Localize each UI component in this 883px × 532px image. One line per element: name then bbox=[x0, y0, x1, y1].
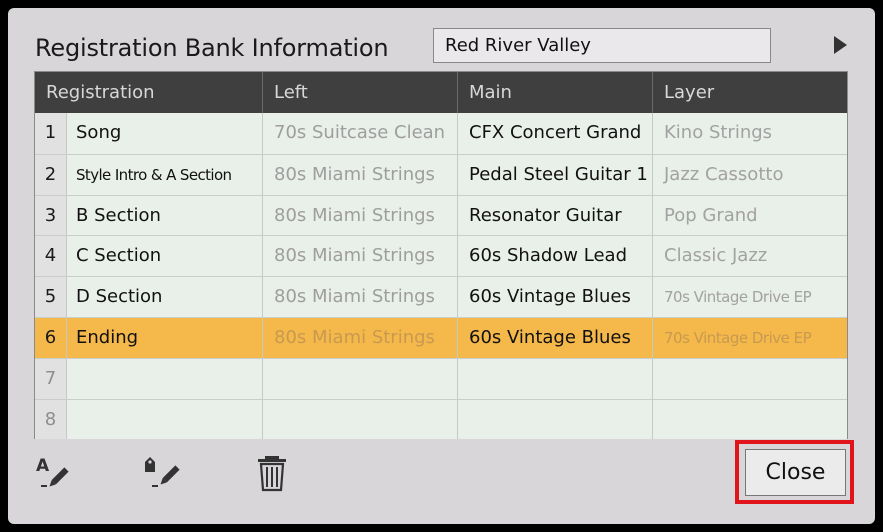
close-button[interactable]: Close bbox=[745, 449, 846, 496]
svg-text:A: A bbox=[36, 456, 50, 476]
bank-name-field[interactable]: Red River Valley bbox=[433, 28, 771, 63]
registration-name: Song bbox=[67, 113, 263, 154]
header-layer: Layer bbox=[664, 82, 715, 103]
main-voice: 60s Vintage Blues bbox=[458, 277, 653, 317]
layer-voice: Kino Strings bbox=[664, 122, 773, 143]
main-voice: 60s Vintage Blues bbox=[458, 317, 653, 358]
next-arrow-icon[interactable] bbox=[834, 36, 847, 54]
rename-button[interactable]: A bbox=[34, 454, 74, 494]
main-voice bbox=[458, 358, 653, 399]
table-header: Registration Left Main Layer bbox=[35, 72, 847, 113]
registration-name: Ending bbox=[67, 317, 263, 358]
registration-bank-dialog: Registration Bank Information Red River … bbox=[8, 8, 875, 524]
header-registration: Registration bbox=[35, 72, 263, 113]
layer-voice: Pop Grand bbox=[664, 204, 758, 226]
table-row[interactable]: 8 bbox=[35, 398, 847, 440]
left-voice bbox=[263, 358, 458, 399]
left-voice bbox=[263, 399, 458, 440]
row-number: 3 bbox=[35, 195, 67, 236]
layer-voice bbox=[653, 400, 847, 440]
table-row[interactable]: 3 B Section 80s Miami Strings Resonator … bbox=[35, 194, 847, 236]
left-voice: 80s Miami Strings bbox=[263, 317, 458, 358]
row-number: 7 bbox=[35, 358, 67, 399]
registration-name: D Section bbox=[67, 277, 263, 317]
row-number: 2 bbox=[35, 154, 67, 195]
left-voice: 80s Miami Strings bbox=[263, 154, 458, 195]
row-number: 5 bbox=[35, 277, 67, 317]
layer-voice: 70s Vintage Drive EP bbox=[664, 288, 812, 307]
layer-voice: 70s Vintage Drive EP bbox=[664, 328, 812, 347]
tag-edit-button[interactable] bbox=[142, 454, 182, 494]
registration-name bbox=[67, 358, 263, 399]
registration-name bbox=[67, 399, 263, 440]
header-main: Main bbox=[458, 72, 653, 113]
registration-name: C Section bbox=[67, 236, 263, 277]
table-row[interactable]: 5 D Section 80s Miami Strings 60s Vintag… bbox=[35, 276, 847, 317]
row-number: 8 bbox=[35, 399, 67, 440]
left-voice: 80s Miami Strings bbox=[263, 195, 458, 236]
table-row[interactable]: 4 C Section 80s Miami Strings 60s Shadow… bbox=[35, 235, 847, 277]
main-voice bbox=[458, 399, 653, 440]
main-voice: Resonator Guitar bbox=[458, 195, 653, 236]
delete-button[interactable] bbox=[253, 454, 293, 494]
main-voice: 60s Shadow Lead bbox=[458, 236, 653, 277]
layer-voice: Jazz Cassotto bbox=[664, 163, 784, 185]
main-voice: Pedal Steel Guitar 1 bbox=[458, 154, 653, 195]
registration-table: Registration Left Main Layer 1 Song 70s … bbox=[34, 71, 848, 440]
registration-name: Style Intro & A Section bbox=[67, 154, 263, 195]
table-row[interactable]: 1 Song 70s Suitcase Clean CFX Concert Gr… bbox=[35, 113, 847, 154]
left-voice: 80s Miami Strings bbox=[263, 236, 458, 277]
trash-icon bbox=[258, 456, 286, 492]
left-voice: 80s Miami Strings bbox=[263, 277, 458, 317]
row-number: 1 bbox=[35, 113, 67, 154]
header-left: Left bbox=[263, 72, 458, 113]
left-voice: 70s Suitcase Clean bbox=[263, 113, 458, 154]
table-row[interactable]: 7 bbox=[35, 357, 847, 399]
main-voice: CFX Concert Grand bbox=[458, 113, 653, 154]
dialog-title: Registration Bank Information bbox=[35, 34, 389, 62]
row-number: 4 bbox=[35, 236, 67, 277]
table-row[interactable]: 2 Style Intro & A Section 80s Miami Stri… bbox=[35, 153, 847, 195]
row-number: 6 bbox=[35, 317, 67, 358]
table-row-selected[interactable]: 6 Ending 80s Miami Strings 60s Vintage B… bbox=[35, 316, 847, 358]
rename-icon: A bbox=[36, 456, 69, 487]
layer-voice: Classic Jazz bbox=[664, 245, 768, 267]
registration-name: B Section bbox=[67, 195, 263, 236]
layer-voice bbox=[653, 359, 847, 399]
tag-edit-icon bbox=[145, 457, 180, 487]
